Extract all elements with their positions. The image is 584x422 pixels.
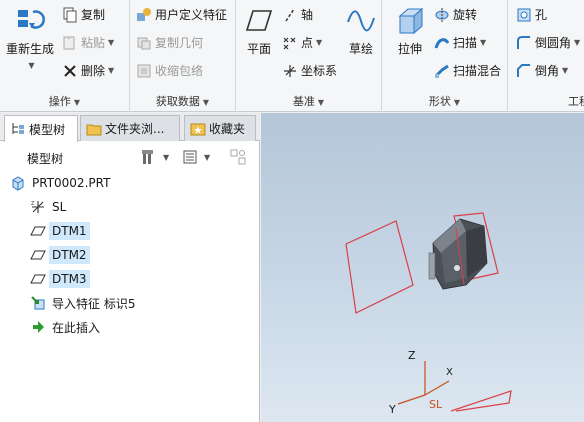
paste-button[interactable]: 粘贴 ▼ <box>62 34 114 51</box>
group-label-datum[interactable]: 基准 ▼ <box>236 93 381 109</box>
csys-name-label: SL <box>429 398 443 411</box>
sketch-button[interactable]: 草绘 <box>344 6 378 57</box>
datum-axis-icon <box>285 8 295 21</box>
revolve-icon <box>435 7 449 22</box>
swept-blend-icon <box>434 64 449 78</box>
copy-geometry-icon <box>137 37 151 49</box>
tree-item-dtm1[interactable]: DTM1 <box>30 221 90 241</box>
datum-point-button[interactable]: 点 ▼ <box>282 34 322 51</box>
delete-button[interactable]: 删除 ▼ <box>62 62 114 79</box>
tree-item-dtm3[interactable]: DTM3 <box>30 269 90 289</box>
csys-icon <box>284 64 296 77</box>
viewport-canvas <box>345 212 512 412</box>
tree-root-node[interactable]: PRT0002.PRT <box>10 173 113 193</box>
regenerate-button[interactable]: 重新生成 ▼ <box>4 6 56 71</box>
datum-csys-button[interactable]: 坐标系 <box>282 62 337 79</box>
regenerate-icon <box>18 10 45 29</box>
revolve-button[interactable]: 旋转 <box>434 6 477 23</box>
csys-icon: Z <box>31 201 44 213</box>
shrinkwrap-icon <box>137 64 151 77</box>
datum-axis-button[interactable]: 轴 <box>282 6 313 23</box>
group-label-operations[interactable]: 操作 ▼ <box>0 93 129 109</box>
navigator-panel: 模型树 文件夹浏... 收藏夹 模型树 ▼ ▼ PRT0002.PRT Z SL… <box>0 113 260 422</box>
udf-button[interactable]: 用户定义特征 <box>136 6 227 23</box>
model-tree-icon <box>12 123 24 134</box>
shrinkwrap-button[interactable]: 收缩包络 <box>136 62 203 79</box>
part-model <box>428 218 488 290</box>
favorites-icon <box>190 123 206 135</box>
graphics-viewport[interactable]: Z X Y SL <box>261 113 584 422</box>
tree-item-sl[interactable]: Z SL <box>30 197 69 217</box>
group-label-get-data[interactable]: 获取数据 ▼ <box>130 93 235 109</box>
tree-columns-button[interactable] <box>230 149 249 165</box>
datum-plane-icon <box>30 250 46 260</box>
tree-filter-button[interactable]: ▼ <box>182 149 210 165</box>
sweep-icon <box>434 37 450 49</box>
group-get-data: 用户定义特征 复制几何 收缩包络 获取数据 ▼ <box>130 0 236 112</box>
tree-item-dtm2[interactable]: DTM2 <box>30 245 90 265</box>
datum-plane-left <box>345 220 414 314</box>
regenerate-label: 重新生成 <box>5 42 54 56</box>
datum-plane-icon <box>30 226 46 236</box>
datum-curve <box>450 390 512 412</box>
group-datum: 平面 轴 点 ▼ 坐标系 草绘 基准 ▼ <box>236 0 382 112</box>
datum-plane-icon <box>30 274 46 284</box>
sweep-button[interactable]: 扫描 ▼ <box>434 34 486 51</box>
tools-icon <box>142 150 153 164</box>
swept-blend-button[interactable]: 扫描混合 <box>434 62 501 79</box>
chevron-down-icon[interactable]: ▼ <box>28 61 34 70</box>
navigator-tabs: 模型树 文件夹浏... 收藏夹 <box>0 113 260 142</box>
chamfer-icon <box>517 63 530 77</box>
list-icon <box>183 150 197 164</box>
tree-settings-button[interactable]: ▼ <box>141 149 169 165</box>
tab-folder-browser[interactable]: 文件夹浏... <box>80 115 180 141</box>
group-label-engineering[interactable]: 工程 <box>508 93 584 109</box>
group-operations: 重新生成 ▼ 复制 粘贴 ▼ 删除 ▼ 操作 ▼ <box>0 0 130 112</box>
group-engineering: 孔 倒圆角▼ 倒角▼ 工程 <box>508 0 584 112</box>
tree-item-insert-here[interactable]: 在此插入 <box>30 317 103 337</box>
copy-geometry-button[interactable]: 复制几何 <box>136 34 203 51</box>
udf-icon <box>137 7 151 21</box>
group-label-shapes[interactable]: 形状 ▼ <box>382 93 507 109</box>
tab-favorites[interactable]: 收藏夹 <box>184 115 256 141</box>
svg-text:Z: Z <box>31 201 35 207</box>
round-button[interactable]: 倒圆角 ▼ <box>516 34 580 51</box>
axis-y-label: Y <box>389 403 396 416</box>
delete-icon <box>64 64 76 77</box>
extrude-button[interactable]: 拉伸 <box>390 6 430 57</box>
group-shapes: 拉伸 旋转 扫描 ▼ 扫描混合 形状 ▼ <box>382 0 508 112</box>
hole-icon <box>517 8 531 21</box>
extrude-icon <box>398 7 424 35</box>
axis-x-label: X <box>446 367 453 378</box>
paste-icon <box>63 35 75 49</box>
sketch-icon <box>347 10 375 32</box>
tree-toolbar: 模型树 ▼ ▼ <box>0 143 260 171</box>
datum-plane-button[interactable]: 平面 <box>242 6 276 57</box>
datum-plane-icon <box>245 10 273 31</box>
copy-icon <box>63 7 77 22</box>
datum-point-icon <box>283 37 296 49</box>
tree-title: 模型树 <box>27 152 64 166</box>
part-icon <box>12 176 24 191</box>
folder-icon <box>86 124 102 135</box>
copy-button[interactable]: 复制 <box>62 6 105 23</box>
grid-settings-icon <box>230 149 246 165</box>
tree-item-import-feature[interactable]: 导入特征 标识5 <box>30 293 138 313</box>
hole-button[interactable]: 孔 <box>516 6 547 23</box>
round-icon <box>517 35 530 49</box>
chamfer-button[interactable]: 倒角 ▼ <box>516 62 568 79</box>
ribbon: 重新生成 ▼ 复制 粘贴 ▼ 删除 ▼ 操作 ▼ 用户定义特征 复制几何 收缩包络 <box>0 0 584 112</box>
axis-z-label: Z <box>408 349 416 362</box>
tab-model-tree[interactable]: 模型树 <box>4 115 78 142</box>
insert-here-icon <box>33 321 44 333</box>
import-feature-icon <box>31 296 45 310</box>
